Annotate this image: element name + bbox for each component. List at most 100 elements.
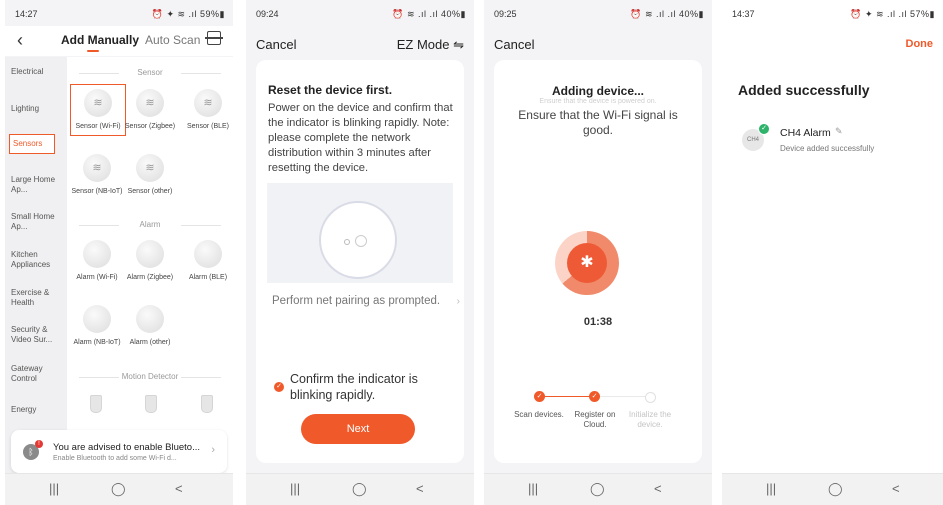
device-label: Sensor (Wi-Fi) <box>75 123 121 130</box>
home-icon[interactable]: ◯ <box>590 481 605 497</box>
progress-card: Adding device... Ensure that the device … <box>494 60 702 463</box>
category-large-home-appliances[interactable]: Large Home Ap... <box>11 175 61 195</box>
cancel-button[interactable]: Cancel <box>256 37 296 52</box>
step-track-pending <box>594 396 650 397</box>
instruction-card: Reset the device first. Power on the dev… <box>256 60 464 463</box>
category-small-home-appliances[interactable]: Small Home Ap... <box>11 212 61 232</box>
tab-add-manually[interactable]: Add Manually <box>61 33 139 47</box>
device-label: Sensor (NB-IoT) <box>71 188 123 195</box>
back-nav-icon[interactable]: < <box>416 481 424 496</box>
back-nav-icon[interactable]: < <box>892 481 900 496</box>
top-bar: ‹ Add Manually Auto Scan <box>5 26 233 56</box>
chevron-right-icon: › <box>456 296 460 307</box>
alarm-icon <box>83 240 111 268</box>
bluetooth-banner[interactable]: ᛒ ! You are advised to enable Blueto... … <box>11 430 227 473</box>
device-alarm-nbiot[interactable]: Alarm (NB-IoT) <box>70 305 124 347</box>
sensor-icon: ≋ <box>84 89 112 117</box>
device-alarm-other[interactable]: Alarm (other) <box>123 305 177 347</box>
status-time: 14:37 <box>732 9 755 19</box>
perform-pairing-link[interactable]: Perform net pairing as prompted. <box>272 295 440 307</box>
status-bar: 09:24 ⏰ ≋ .ıl .ıl 40%▮ <box>246 0 474 26</box>
device-sensor-ble[interactable]: ≋ Sensor (BLE) <box>181 89 233 131</box>
system-nav-bar: ||| ◯ < <box>5 473 233 505</box>
scan-icon[interactable] <box>205 31 223 45</box>
section-alarm: Alarm <box>67 220 233 229</box>
done-button[interactable]: Done <box>906 38 934 50</box>
gear-icon: ✱ <box>580 254 594 271</box>
phone-add-manually: 14:27 ⏰ ✦ ≋ .ıl 59%▮ ‹ Add Manually Auto… <box>5 0 233 505</box>
button-icon <box>355 235 367 247</box>
confirm-label[interactable]: Confirm the indicator is blinking rapidl… <box>290 371 440 403</box>
step-label-scan: Scan devices. <box>514 410 564 419</box>
category-gateway-control[interactable]: Gateway Control <box>11 364 61 384</box>
home-icon[interactable]: ◯ <box>828 481 843 497</box>
device-status: Device added successfully <box>780 144 875 153</box>
system-nav-bar: ||| ◯ < <box>722 473 943 505</box>
device-label: Sensor (Zigbee) <box>124 123 176 130</box>
status-bar: 14:27 ⏰ ✦ ≋ .ıl 59%▮ <box>5 0 233 26</box>
back-nav-icon[interactable]: < <box>654 481 662 496</box>
countdown-timer: 01:38 <box>583 316 613 328</box>
device-sensor-other[interactable]: ≋ Sensor (other) <box>123 154 177 196</box>
alarm-icon <box>194 240 222 268</box>
device-sensor-zigbee[interactable]: ≋ Sensor (Zigbee) <box>123 89 177 131</box>
step-check-icon: ✓ <box>589 391 600 402</box>
check-icon[interactable]: ✓ <box>274 382 284 392</box>
device-grid: Sensor ≋ Sensor (Wi-Fi) ≋ Sensor (Zigbee… <box>67 57 233 474</box>
device-label: Alarm (Zigbee) <box>126 274 174 281</box>
device-label: Alarm (BLE) <box>188 274 228 281</box>
recents-icon[interactable]: ||| <box>528 481 538 496</box>
banner-subtitle: Enable Bluetooth to add some Wi-Fi d... <box>53 455 177 462</box>
device-label: Sensor (BLE) <box>186 123 230 130</box>
category-energy[interactable]: Energy <box>11 405 61 415</box>
device-alarm-wifi[interactable]: Alarm (Wi-Fi) <box>70 240 124 282</box>
banner-title: You are advised to enable Blueto... <box>53 442 201 453</box>
cancel-button[interactable]: Cancel <box>494 37 534 52</box>
alarm-icon <box>136 305 164 333</box>
home-icon[interactable]: ◯ <box>352 481 367 497</box>
motion-lamp-icon[interactable] <box>201 395 213 413</box>
back-nav-icon[interactable]: < <box>175 481 183 496</box>
category-electrical[interactable]: Electrical <box>11 67 61 77</box>
home-icon[interactable]: ◯ <box>111 481 126 497</box>
reset-instructions: Power on the device and confirm that the… <box>268 102 453 174</box>
progress-spinner: ✱ <box>555 231 619 295</box>
category-security-video[interactable]: Security & Video Sur... <box>11 325 61 345</box>
step-pending-icon <box>645 392 656 403</box>
motion-lamp-icon[interactable] <box>90 395 102 413</box>
recents-icon[interactable]: ||| <box>49 481 59 496</box>
reset-title: Reset the device first. <box>268 83 393 97</box>
category-kitchen-appliances[interactable]: Kitchen Appliances <box>11 250 61 270</box>
device-sensor-nbiot[interactable]: ≋ Sensor (NB-IoT) <box>70 154 124 196</box>
pencil-icon[interactable]: ✎ <box>835 126 843 137</box>
device-alarm-zigbee[interactable]: Alarm (Zigbee) <box>123 240 177 282</box>
next-button[interactable]: Next <box>301 414 415 444</box>
step-label-register: Register on Cloud. <box>574 410 616 429</box>
tab-auto-scan[interactable]: Auto Scan <box>145 33 200 47</box>
status-icons: ⏰ ✦ ≋ .ıl 59%▮ <box>151 9 225 19</box>
sensor-icon: ≋ <box>136 89 164 117</box>
category-sensors[interactable]: Sensors <box>9 134 55 154</box>
motion-lamp-icon[interactable] <box>145 395 157 413</box>
system-nav-bar: ||| ◯ < <box>484 473 712 505</box>
category-lighting[interactable]: Lighting <box>11 104 61 114</box>
ez-mode-switch[interactable]: EZ Mode ⇋ <box>397 37 464 53</box>
chevron-right-icon: › <box>211 444 215 456</box>
device-alarm-ble[interactable]: Alarm (BLE) <box>181 240 233 282</box>
section-motion-detector: Motion Detector <box>67 372 233 381</box>
phone-reset-device: 09:24 ⏰ ≋ .ıl .ıl 40%▮ Cancel EZ Mode ⇋ … <box>246 0 474 505</box>
alarm-icon <box>83 305 111 333</box>
recents-icon[interactable]: ||| <box>290 481 300 496</box>
device-label: Sensor (other) <box>127 188 173 195</box>
alarm-icon <box>136 240 164 268</box>
phone-adding-device: 09:25 ⏰ ≋ .ıl .ıl 40%▮ Cancel Adding dev… <box>484 0 712 505</box>
device-label: Alarm (NB-IoT) <box>73 339 121 346</box>
phone-added-success: 14:37 ⏰ ✦ ≋ .ıl .ıl 57%▮ Done Added succ… <box>722 0 943 505</box>
device-sensor-wifi[interactable]: ≋ Sensor (Wi-Fi) <box>70 84 126 136</box>
back-icon[interactable]: ‹ <box>17 30 23 51</box>
recents-icon[interactable]: ||| <box>766 481 776 496</box>
status-icons: ⏰ ≋ .ıl .ıl 40%▮ <box>392 9 466 19</box>
status-time: 14:27 <box>15 9 38 19</box>
sensor-icon: ≋ <box>194 89 222 117</box>
category-exercise-health[interactable]: Exercise & Health <box>11 288 61 308</box>
